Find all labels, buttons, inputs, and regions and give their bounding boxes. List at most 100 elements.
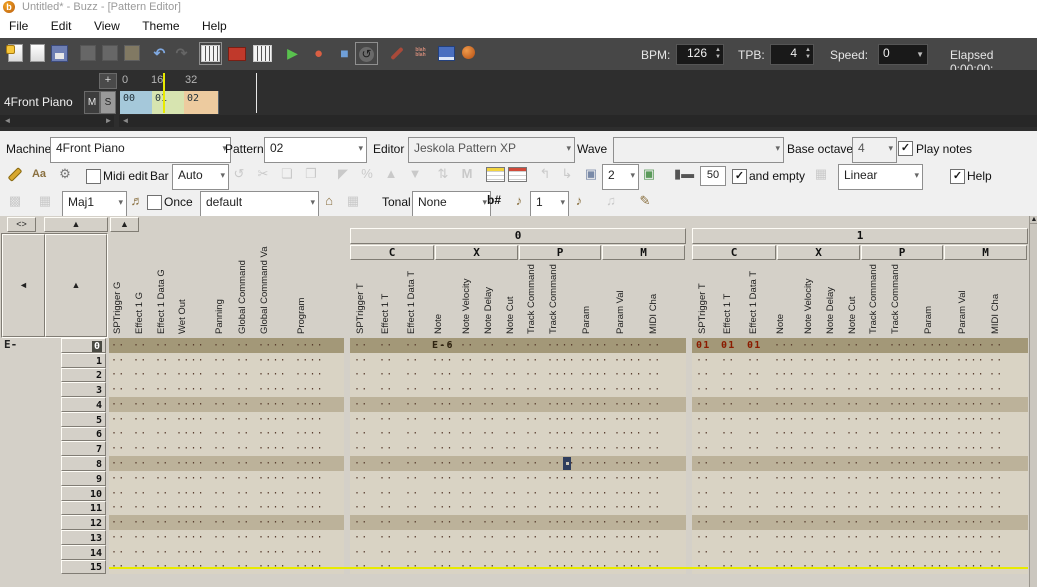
cell-r4-t1-c3[interactable]: ··· xyxy=(774,397,796,412)
cell-r11-t0-c4[interactable]: ·· xyxy=(460,501,474,515)
cell-r7-t0-c10[interactable]: ···· xyxy=(614,441,643,456)
cell-r2-t0-c9[interactable]: ···· xyxy=(580,368,609,382)
cell-r7-t0-c5[interactable]: ·· xyxy=(482,441,496,456)
cell-r5-t1-c3[interactable]: ··· xyxy=(774,412,796,427)
cell-r5-t0-c9[interactable]: ···· xyxy=(580,412,609,427)
cell-r7-t0-c11[interactable]: ·· xyxy=(647,441,661,456)
cell-r6-t0-c3[interactable]: ··· xyxy=(432,427,454,441)
cell-r3-t0-c3[interactable]: ··· xyxy=(432,382,454,397)
cell-r15-global-c1[interactable]: ·· xyxy=(133,560,147,574)
cell-r9-global-c2[interactable]: ·· xyxy=(155,471,169,486)
cell-r13-t1-c9[interactable]: ···· xyxy=(922,530,951,545)
cell-r0-t0-c2[interactable]: ·· xyxy=(405,338,419,353)
cell-r6-t1-c10[interactable]: ···· xyxy=(956,427,985,441)
cell-r7-global-c4[interactable]: ·· xyxy=(213,441,227,456)
cell-r11-t1-c3[interactable]: ··· xyxy=(774,501,796,515)
cell-r15-t1-c1[interactable]: ·· xyxy=(721,560,735,574)
cell-r2-t1-c3[interactable]: ··· xyxy=(774,368,796,382)
cell-r3-global-c5[interactable]: ·· xyxy=(236,382,250,397)
cell-r11-global-c3[interactable]: ···· xyxy=(176,501,205,515)
row-number-14[interactable]: 14 xyxy=(61,545,106,560)
cell-r15-t0-c5[interactable]: ·· xyxy=(482,560,496,574)
cell-r0-t0-c0[interactable]: ·· xyxy=(354,338,368,353)
cell-r4-t1-c9[interactable]: ···· xyxy=(922,397,951,412)
cell-r6-t0-c2[interactable]: ·· xyxy=(405,427,419,441)
cell-r12-t1-c10[interactable]: ···· xyxy=(956,515,985,530)
cell-r0-t0-c11[interactable]: ·· xyxy=(647,338,661,353)
cell-r6-global-c2[interactable]: ·· xyxy=(155,427,169,441)
cell-r15-t1-c2[interactable]: ·· xyxy=(747,560,761,574)
cell-r5-global-c7[interactable]: ···· xyxy=(295,412,324,427)
cell-r5-t0-c7[interactable]: ·· xyxy=(525,412,539,427)
cell-r8-t1-c6[interactable]: ·· xyxy=(846,456,860,471)
cell-r3-global-c3[interactable]: ···· xyxy=(176,382,205,397)
cell-r10-t1-c8[interactable]: ···· xyxy=(889,486,918,501)
cell-r4-t0-c6[interactable]: ·· xyxy=(504,397,518,412)
cell-r0-global-c0[interactable]: ·· xyxy=(111,338,125,353)
cell-r0-t1-c11[interactable]: ·· xyxy=(989,338,1003,353)
cell-r9-t1-c5[interactable]: ·· xyxy=(824,471,838,486)
cell-r9-t0-c3[interactable]: ··· xyxy=(432,471,454,486)
cell-r9-t1-c7[interactable]: ·· xyxy=(867,471,881,486)
cell-r7-t0-c2[interactable]: ·· xyxy=(405,441,419,456)
value-r0-t1-c2[interactable]: 01 xyxy=(747,338,761,353)
cell-r8-global-c1[interactable]: ·· xyxy=(133,456,147,471)
cell-r11-global-c5[interactable]: ·· xyxy=(236,501,250,515)
cell-r7-t1-c3[interactable]: ··· xyxy=(774,441,796,456)
cell-r5-global-c5[interactable]: ·· xyxy=(236,412,250,427)
cell-r11-global-c4[interactable]: ·· xyxy=(213,501,227,515)
cell-r3-t1-c10[interactable]: ···· xyxy=(956,382,985,397)
cell-r11-t0-c7[interactable]: ·· xyxy=(525,501,539,515)
cell-r14-t0-c10[interactable]: ···· xyxy=(614,545,643,560)
cell-r8-t0-c11[interactable]: ·· xyxy=(647,456,661,471)
cell-r4-t0-c9[interactable]: ···· xyxy=(580,397,609,412)
cell-r4-t0-c3[interactable]: ··· xyxy=(432,397,454,412)
track-1-header[interactable]: 1 xyxy=(692,228,1028,244)
cell-r10-t1-c4[interactable]: ·· xyxy=(802,486,816,501)
cell-r12-t1-c7[interactable]: ·· xyxy=(867,515,881,530)
edit-cursor[interactable] xyxy=(563,457,571,470)
cell-r13-global-c5[interactable]: ·· xyxy=(236,530,250,545)
cell-r1-global-c6[interactable]: ···· xyxy=(258,353,287,368)
cell-r6-t1-c2[interactable]: ·· xyxy=(747,427,761,441)
cell-r12-global-c4[interactable]: ·· xyxy=(213,515,227,530)
cell-r2-t0-c0[interactable]: ·· xyxy=(354,368,368,382)
cell-r7-global-c0[interactable]: ·· xyxy=(111,441,125,456)
cell-r2-t0-c3[interactable]: ··· xyxy=(432,368,454,382)
cell-r8-t0-c8[interactable]: ···· xyxy=(547,456,576,471)
row-number-1[interactable]: 1 xyxy=(61,353,106,368)
cell-r10-t0-c6[interactable]: ·· xyxy=(504,486,518,501)
cell-r15-t0-c0[interactable]: ·· xyxy=(354,560,368,574)
cell-r5-t1-c2[interactable]: ·· xyxy=(747,412,761,427)
cell-r2-global-c0[interactable]: ·· xyxy=(111,368,125,382)
cell-r1-t1-c3[interactable]: ··· xyxy=(774,353,796,368)
cell-r0-t0-c9[interactable]: ···· xyxy=(580,338,609,353)
cell-r6-t0-c5[interactable]: ·· xyxy=(482,427,496,441)
cell-r12-t0-c8[interactable]: ···· xyxy=(547,515,576,530)
cell-r5-t0-c1[interactable]: ·· xyxy=(379,412,393,427)
cell-r14-t1-c7[interactable]: ·· xyxy=(867,545,881,560)
cell-r1-t1-c2[interactable]: ·· xyxy=(747,353,761,368)
cell-r10-t0-c1[interactable]: ·· xyxy=(379,486,393,501)
cell-r6-t1-c6[interactable]: ·· xyxy=(846,427,860,441)
cell-r10-t0-c11[interactable]: ·· xyxy=(647,486,661,501)
cell-r3-t1-c5[interactable]: ·· xyxy=(824,382,838,397)
cell-r8-t0-c10[interactable]: ···· xyxy=(614,456,643,471)
cell-r4-t1-c8[interactable]: ···· xyxy=(889,397,918,412)
cell-r12-global-c3[interactable]: ···· xyxy=(176,515,205,530)
cell-r0-t1-c8[interactable]: ···· xyxy=(889,338,918,353)
row-number-10[interactable]: 10 xyxy=(61,486,106,501)
cell-r3-t1-c6[interactable]: ·· xyxy=(846,382,860,397)
cell-r4-t0-c1[interactable]: ·· xyxy=(379,397,393,412)
cell-r15-t0-c10[interactable]: ···· xyxy=(614,560,643,574)
cell-r5-global-c1[interactable]: ·· xyxy=(133,412,147,427)
cell-r10-t0-c9[interactable]: ···· xyxy=(580,486,609,501)
cell-r4-t0-c4[interactable]: ·· xyxy=(460,397,474,412)
track-1-group-c[interactable]: C xyxy=(692,245,776,260)
cell-r3-t1-c3[interactable]: ··· xyxy=(774,382,796,397)
cell-r0-t0-c8[interactable]: ···· xyxy=(547,338,576,353)
cell-r6-t0-c8[interactable]: ···· xyxy=(547,427,576,441)
cell-r1-t0-c0[interactable]: ·· xyxy=(354,353,368,368)
cell-r9-t0-c10[interactable]: ···· xyxy=(614,471,643,486)
cell-r10-t0-c0[interactable]: ·· xyxy=(354,486,368,501)
